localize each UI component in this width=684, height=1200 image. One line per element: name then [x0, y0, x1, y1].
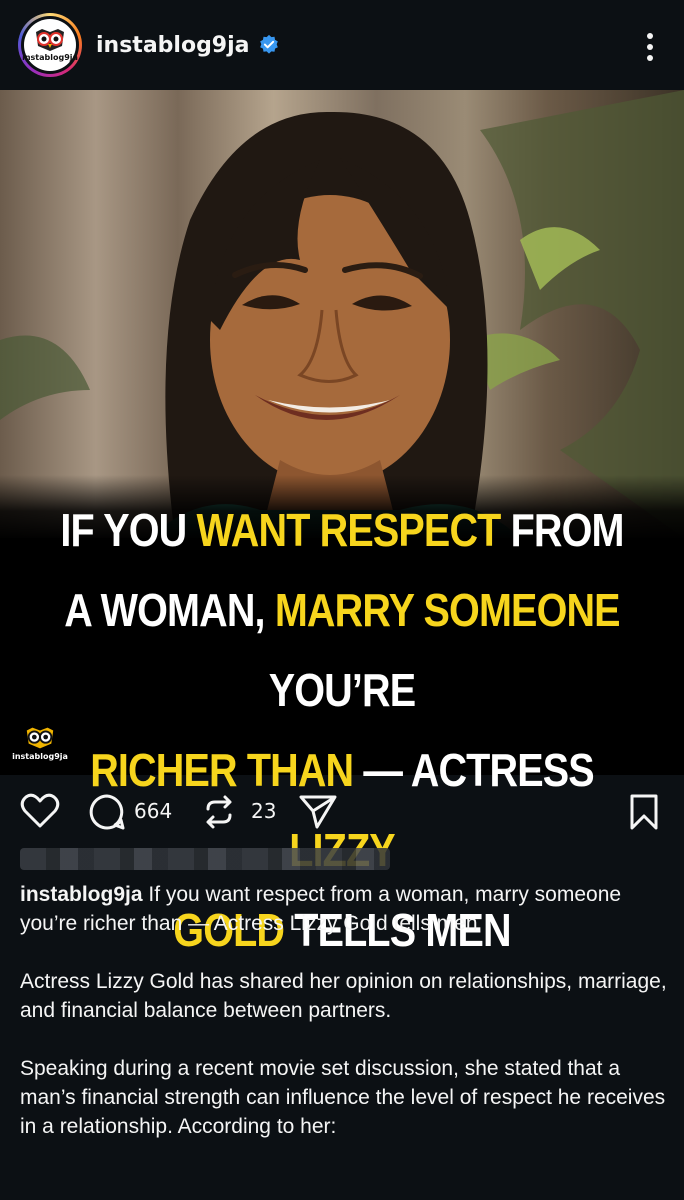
reposts-count[interactable]: 23	[251, 799, 276, 823]
liked-by-redacted	[20, 848, 390, 870]
watermark-logo: instablog9ja	[12, 725, 68, 767]
post-header: instablog9ja instablog9ja	[0, 0, 684, 90]
repost-icon[interactable]	[200, 793, 238, 831]
avatar[interactable]: instablog9ja	[18, 13, 82, 77]
headline-highlight: WANT RESPECT	[196, 504, 501, 556]
caption-paragraph-2: Speaking during a recent movie set discu…	[20, 1057, 666, 1138]
share-icon[interactable]	[298, 793, 338, 831]
caption-title: instablog9ja If you want respect from a …	[20, 880, 670, 938]
post-username[interactable]: instablog9ja	[96, 33, 250, 58]
caption-username[interactable]: instablog9ja	[20, 883, 143, 906]
headline-line-1: IF YOU WANT RESPECT FROM	[48, 490, 636, 570]
comments-count[interactable]: 664	[134, 799, 172, 823]
caption-paragraph-1: Actress Lizzy Gold has shared her opinio…	[20, 970, 667, 1022]
watermark-label: instablog9ja	[12, 752, 68, 761]
headline-text: YOU’RE	[268, 664, 416, 716]
heart-icon[interactable]	[20, 793, 60, 829]
bookmark-icon[interactable]	[628, 793, 660, 831]
owl-logo-icon	[36, 29, 64, 51]
headline-highlight: MARRY SOMEONE	[274, 584, 621, 636]
post-image[interactable]	[0, 90, 684, 538]
verified-badge-icon	[259, 34, 278, 54]
more-vertical-icon[interactable]	[646, 32, 654, 62]
post-caption: instablog9ja If you want respect from a …	[20, 880, 670, 1170]
headline-text: A WOMAN,	[64, 584, 275, 636]
headline-line-2: A WOMAN, MARRY SOMEONE YOU’RE	[48, 570, 636, 730]
headline-text: IF YOU	[60, 504, 197, 556]
action-bar: 664 23	[0, 775, 684, 845]
avatar-label: instablog9ja	[22, 53, 78, 62]
comment-icon[interactable]	[88, 793, 126, 831]
headline-text: FROM	[500, 504, 625, 556]
owl-watermark-icon	[26, 727, 54, 749]
